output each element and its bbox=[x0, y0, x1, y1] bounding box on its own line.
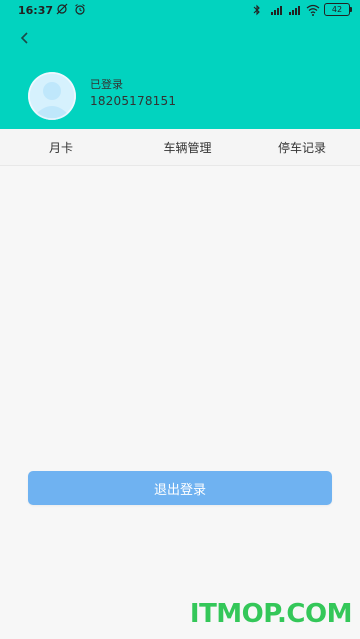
watermark-logo: ITMOP.COM bbox=[189, 599, 353, 629]
wifi-icon bbox=[306, 4, 320, 16]
tab-bar: 月卡 车辆管理 停车记录 bbox=[0, 129, 360, 166]
header-background: 16:37 42 已登录 18205178151 bbox=[0, 0, 360, 129]
phone-number: 18205178151 bbox=[90, 94, 177, 108]
logout-button[interactable]: 退出登录 bbox=[28, 471, 332, 505]
login-status-text: 已登录 bbox=[90, 78, 123, 91]
no-sync-icon bbox=[56, 3, 68, 15]
back-button[interactable] bbox=[12, 28, 36, 48]
tab-vehicle-management[interactable]: 车辆管理 bbox=[141, 129, 233, 165]
chevron-left-icon bbox=[20, 32, 28, 44]
status-time: 16:37 bbox=[18, 4, 54, 17]
signal-2-icon bbox=[288, 4, 300, 16]
avatar[interactable] bbox=[28, 72, 76, 120]
status-left-icons bbox=[56, 3, 86, 15]
status-bar: 16:37 42 bbox=[0, 0, 360, 22]
alarm-icon bbox=[74, 3, 86, 15]
bluetooth-icon bbox=[252, 4, 264, 16]
battery-icon: 42 bbox=[324, 3, 352, 16]
tab-monthly-card[interactable]: 月卡 bbox=[0, 129, 141, 165]
tab-parking-records[interactable]: 停车记录 bbox=[234, 129, 360, 165]
signal-icon bbox=[270, 4, 282, 16]
status-right-icons: 42 bbox=[252, 3, 352, 16]
